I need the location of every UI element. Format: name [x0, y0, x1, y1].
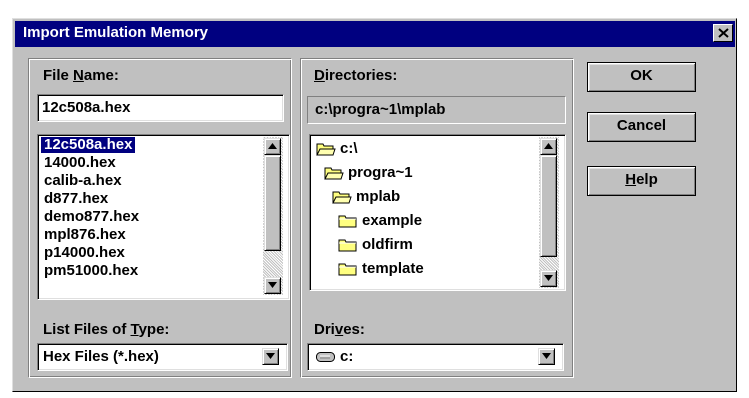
file-list-item[interactable]: p14000.hex: [41, 245, 128, 261]
ok-button[interactable]: OK: [587, 62, 696, 92]
arrow-up-icon: [544, 143, 553, 149]
file-name-input[interactable]: 12c508a.hex: [37, 94, 284, 122]
directory-item-label: template: [362, 260, 424, 277]
file-list-item[interactable]: 12c508a.hex: [41, 137, 136, 153]
dir-scroll-thumb[interactable]: [540, 155, 557, 257]
directory-item-label: c:\: [340, 140, 358, 157]
file-list-item[interactable]: 14000.hex: [41, 155, 119, 171]
dir-scroll-up-button[interactable]: [540, 138, 557, 155]
close-button[interactable]: [713, 24, 733, 42]
directory-scrollbar[interactable]: [539, 137, 559, 288]
drives-dropdown[interactable]: c:: [307, 343, 564, 371]
current-path-display: c:\progra~1\mplab: [307, 96, 566, 124]
file-list: 12c508a.hex 14000.hex calib-a.hex d877.hex d…: [38, 137, 260, 297]
help-label: elp: [636, 171, 658, 188]
drives-label: Drives:: [314, 321, 365, 338]
dialog-title: Import Emulation Memory: [23, 24, 209, 41]
dir-scroll-down-button[interactable]: [540, 270, 557, 287]
file-list-item[interactable]: pm51000.hex: [41, 263, 141, 279]
file-listbox[interactable]: 12c508a.hex 14000.hex calib-a.hex d877.hex d…: [37, 134, 290, 300]
file-name-label: File Name:: [43, 67, 119, 84]
file-type-value: Hex Files (*.hex): [43, 348, 159, 365]
chevron-down-icon: [542, 353, 551, 359]
help-button[interactable]: Help: [587, 166, 696, 196]
drives-value: c:: [340, 348, 354, 365]
file-list-item[interactable]: d877.hex: [41, 191, 111, 207]
current-path: c:\progra~1\mplab: [315, 101, 446, 118]
file-list-item[interactable]: demo877.hex: [41, 209, 142, 225]
arrow-up-icon: [268, 143, 277, 149]
directories-label: Directories:: [314, 67, 398, 84]
file-list-item[interactable]: mpl876.hex: [41, 227, 129, 243]
directory-item-label: progra~1: [348, 164, 413, 181]
scroll-thumb[interactable]: [264, 155, 281, 251]
file-list-scrollbar[interactable]: [263, 137, 283, 295]
file-type-dropdown-button[interactable]: [262, 348, 279, 365]
directory-item-label: oldfirm: [362, 236, 413, 253]
file-type-dropdown[interactable]: Hex Files (*.hex): [37, 343, 288, 371]
close-icon: [718, 28, 729, 38]
directory-tree: c:\ progra~1 mplab example oldfirm template: [310, 138, 538, 288]
directory-listbox[interactable]: c:\ progra~1 mplab example oldfirm template: [309, 134, 566, 291]
drives-dropdown-button[interactable]: [538, 348, 555, 365]
chevron-down-icon: [266, 353, 275, 359]
directory-item-label: example: [362, 212, 423, 229]
hard-drive-icon: [316, 352, 335, 362]
file-type-label: List Files of Type:: [43, 321, 170, 338]
arrow-down-icon: [268, 282, 277, 288]
scroll-down-button[interactable]: [264, 277, 281, 294]
help-accel: H: [625, 171, 637, 188]
cancel-button[interactable]: Cancel: [587, 112, 696, 142]
arrow-down-icon: [544, 275, 553, 281]
file-list-item[interactable]: calib-a.hex: [41, 173, 125, 189]
file-name-value: 12c508a.hex: [42, 99, 131, 116]
scroll-up-button[interactable]: [264, 138, 281, 155]
directory-item-label: mplab: [356, 188, 401, 205]
